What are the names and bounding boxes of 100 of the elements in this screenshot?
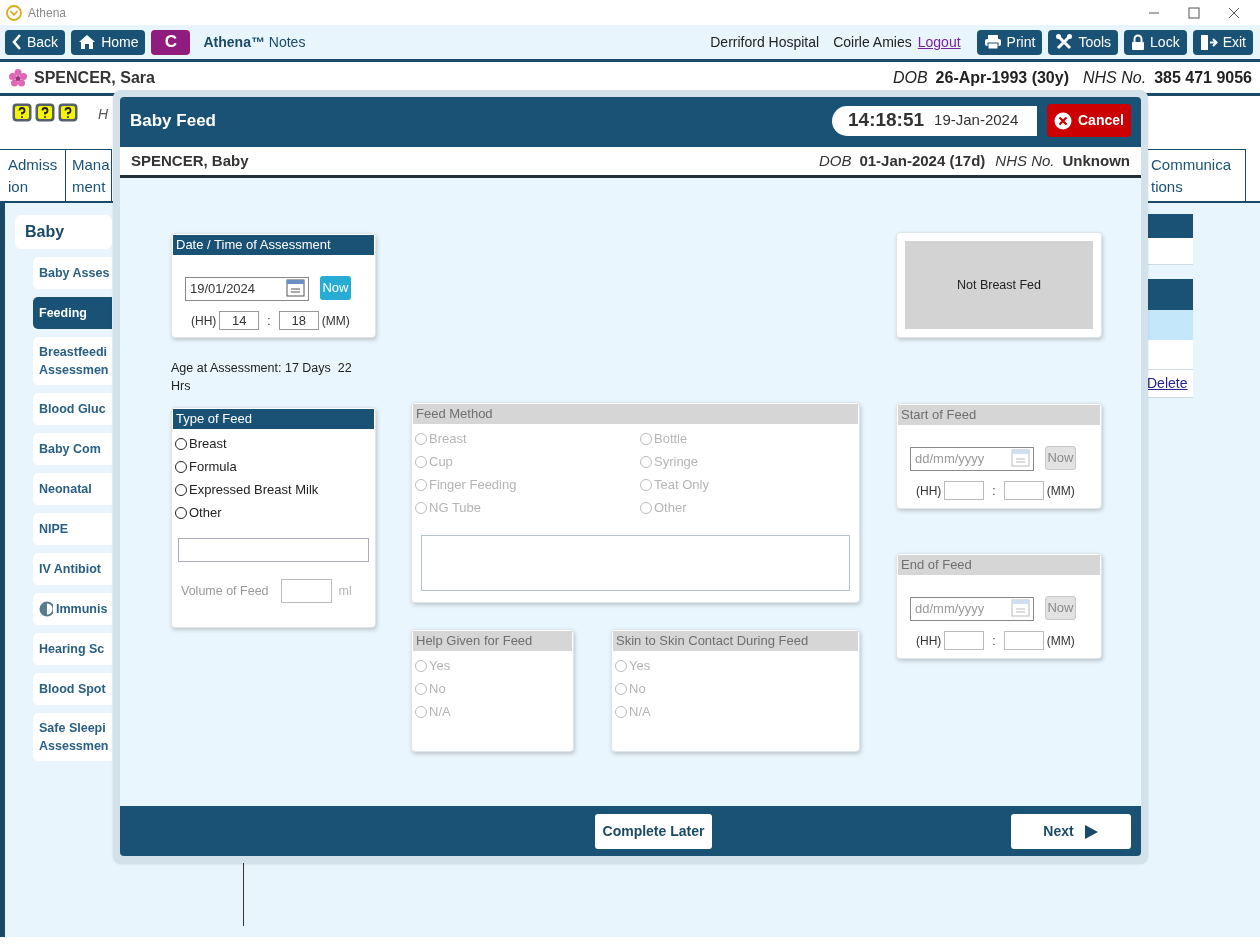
sidebar-item[interactable]: Baby Asses xyxy=(33,257,112,289)
clock-time: 14:18:51 xyxy=(848,108,925,133)
dob-label: DOB xyxy=(892,67,928,88)
sidebar-item[interactable]: Safe Sleepi Assessmen xyxy=(33,713,112,761)
tab[interactable]: Admiss ion xyxy=(0,149,66,201)
lock-button[interactable]: Lock xyxy=(1124,29,1187,55)
unit-label: ml xyxy=(338,582,352,600)
option-label: Other xyxy=(654,498,687,517)
dialog-title: Baby Feed xyxy=(130,109,216,132)
sidebar-item[interactable]: Neonatal xyxy=(33,473,112,505)
option-label: No xyxy=(429,679,446,698)
flower-icon xyxy=(8,67,28,88)
tools-button[interactable]: Tools xyxy=(1048,29,1119,55)
minutes-field[interactable]: 18 xyxy=(278,311,319,330)
time-separator: : xyxy=(992,482,996,500)
option-label: N/A xyxy=(429,702,451,721)
chevron-left-icon xyxy=(12,34,22,50)
hours-field[interactable]: 14 xyxy=(219,311,260,330)
other-field[interactable] xyxy=(178,538,369,562)
option-label: Other xyxy=(189,503,222,522)
close-icon[interactable] xyxy=(1228,6,1240,19)
minutes-label: (MM) xyxy=(1046,482,1075,500)
play-icon xyxy=(1083,823,1099,840)
clock-date: 19-Jan-2024 xyxy=(934,110,1019,131)
sidebar-item[interactable]: IV Antibiot xyxy=(33,553,112,585)
baby-name: SPENCER, Baby xyxy=(131,150,249,171)
help-icon[interactable] xyxy=(58,103,78,122)
sidebar-item[interactable]: Hearing Sc xyxy=(33,633,112,665)
nhs-number: Unknown xyxy=(1062,150,1130,171)
tab[interactable]: Mana ment xyxy=(66,149,112,201)
tools-icon xyxy=(1055,33,1074,51)
card-title: Date / Time of Assessment xyxy=(173,235,374,255)
option-label: Teat Only xyxy=(654,475,709,494)
card-title: Skin to Skin Contact During Feed xyxy=(613,631,858,651)
window-title: Athena xyxy=(28,4,67,22)
volume-label: Volume of Feed xyxy=(181,582,269,600)
help-icon[interactable] xyxy=(35,103,55,122)
exit-button[interactable]: Exit xyxy=(1192,29,1253,55)
sidebar-item[interactable]: Blood Spot xyxy=(33,673,112,705)
dob-value: 26-Apr-1993 (30y) xyxy=(935,67,1069,88)
complete-later-button[interactable]: Complete Later xyxy=(594,813,713,849)
option-label: Cup xyxy=(429,452,453,471)
sidebar-item[interactable]: Feeding xyxy=(33,297,112,329)
sidebar-item[interactable]: Breastfeedi Assessmen xyxy=(33,337,112,385)
option-label: Bottle xyxy=(654,429,688,448)
item-label: Immunis xyxy=(56,601,108,618)
nhs-label: NHS No. xyxy=(995,150,1055,171)
back-button[interactable]: Back xyxy=(5,29,66,55)
option-label: Syringe xyxy=(654,452,699,471)
home-button[interactable]: Home xyxy=(71,29,146,55)
status-panel: Not Breast Fed xyxy=(905,241,1093,329)
close-circle-icon xyxy=(1054,111,1072,130)
app-badge[interactable]: C xyxy=(151,29,191,55)
user-name: Coirle Amies xyxy=(833,32,912,52)
exit-door-icon xyxy=(1199,33,1218,51)
home-icon xyxy=(78,34,97,50)
card-title: Start of Feed xyxy=(898,405,1100,425)
logo-icon xyxy=(6,4,22,21)
next-button[interactable]: Next xyxy=(1011,814,1131,849)
option-label: N/A xyxy=(629,702,651,721)
hours-label: (HH) xyxy=(191,312,217,330)
sidebar-item[interactable]: NIPE xyxy=(33,513,112,545)
time-separator: : xyxy=(267,312,271,330)
option-label: No xyxy=(629,679,646,698)
printer-icon xyxy=(983,34,1002,50)
app-name: Athena™ Notes xyxy=(203,32,306,52)
nhs-number: 385 471 9056 xyxy=(1154,67,1252,88)
option-label: Finger Feeding xyxy=(429,475,517,494)
sidebar-item[interactable]: Immunis xyxy=(33,593,112,625)
patient-name: SPENCER, Sara xyxy=(34,67,155,88)
card-title: Help Given for Feed xyxy=(413,631,572,651)
hospital-name: Derriford Hospital xyxy=(710,32,820,52)
logout-link[interactable]: Logout xyxy=(917,31,961,53)
cancel-button[interactable]: Cancel xyxy=(1047,104,1131,137)
sidebar-item[interactable]: Baby Com xyxy=(33,433,112,465)
time-separator: : xyxy=(992,632,996,650)
age-text: Age at Assessment: 17 Days 22 Hrs xyxy=(171,360,353,395)
option-label: NG Tube xyxy=(429,498,482,517)
card-title: Feed Method xyxy=(413,404,858,424)
option-label: Breast xyxy=(189,434,227,453)
minutes-label: (MM) xyxy=(1046,632,1075,650)
lock-icon xyxy=(1131,33,1146,51)
option-label: Breast xyxy=(429,429,467,448)
hours-label: (HH) xyxy=(916,632,942,650)
hours-label: (HH) xyxy=(916,482,942,500)
sidebar-item[interactable]: Blood Gluc xyxy=(33,393,112,425)
delete-link[interactable]: Delete xyxy=(1147,373,1188,394)
option-label: Yes xyxy=(629,656,651,675)
dob-label: DOB xyxy=(818,150,852,171)
option-label: Yes xyxy=(429,656,451,675)
help-icon[interactable] xyxy=(12,103,32,122)
card-title: End of Feed xyxy=(898,555,1100,575)
calendar-icon xyxy=(286,279,305,297)
maximize-icon[interactable] xyxy=(1188,6,1200,19)
dob-value: 01-Jan-2024 (17d) xyxy=(859,150,986,171)
nhs-label: NHS No. xyxy=(1083,67,1147,88)
print-button[interactable]: Print xyxy=(976,29,1043,55)
sidebar-group: Baby xyxy=(15,215,112,249)
minutes-label: (MM) xyxy=(321,312,350,330)
option-label: Formula xyxy=(189,457,237,476)
